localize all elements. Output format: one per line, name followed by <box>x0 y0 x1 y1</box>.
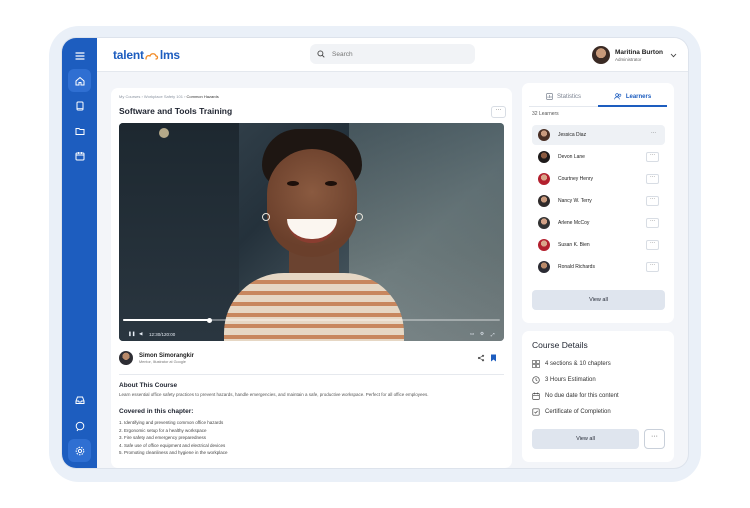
folder-icon[interactable] <box>68 119 91 142</box>
page-title: Software and Tools Training <box>119 106 233 116</box>
search-bar[interactable] <box>310 44 475 64</box>
clock-icon <box>532 375 540 384</box>
grid-icon <box>532 359 540 368</box>
learner-avatar <box>538 239 550 251</box>
app-window: talentlms Maritina Burton Administrator … <box>62 38 688 468</box>
breadcrumb-item[interactable]: My Courses <box>119 94 140 99</box>
covered-list: 1. Identifying and preventing common off… <box>119 419 228 457</box>
breadcrumb: My Courses › Workplace Safety 101 › Comm… <box>119 94 219 99</box>
details-more-button[interactable]: ··· <box>644 429 665 449</box>
list-item: 4. Safe use of office equipment and elec… <box>119 442 226 448</box>
users-icon <box>614 93 622 100</box>
search-input[interactable] <box>330 49 454 59</box>
top-bar: talentlms Maritina Burton Administrator <box>97 38 688 72</box>
instructor-avatar <box>119 351 133 365</box>
calendar-icon[interactable] <box>68 144 91 167</box>
captions-icon[interactable]: ▭ <box>470 331 474 337</box>
course-details-heading: Course Details <box>532 340 588 350</box>
user-role: Administrator <box>615 56 642 62</box>
list-item: 1. Identifying and preventing common off… <box>119 420 224 425</box>
learner-row[interactable]: Devon Lane ··· <box>532 147 665 167</box>
menu-icon[interactable] <box>68 44 91 67</box>
home-icon[interactable] <box>68 69 91 92</box>
pause-icon[interactable]: ❚❚ <box>128 331 136 337</box>
instructor-name: Simon Simorangkir <box>139 352 195 359</box>
chat-icon[interactable] <box>68 414 91 437</box>
inbox-icon[interactable] <box>68 388 91 411</box>
cloud-logo-icon <box>145 53 158 60</box>
learner-more-button[interactable]: ··· <box>648 131 659 139</box>
learner-more-button[interactable]: ··· <box>646 262 659 272</box>
detail-certificate: Certificate of Completion <box>532 407 611 416</box>
learner-more-button[interactable]: ··· <box>646 196 659 206</box>
user-menu[interactable]: Maritina Burton Administrator <box>592 44 677 66</box>
learner-more-button[interactable]: ··· <box>646 240 659 250</box>
learner-row[interactable]: Nancy W. Terry ··· <box>532 191 665 211</box>
learner-avatar <box>538 173 550 185</box>
sidebar <box>62 38 97 468</box>
book-icon[interactable] <box>68 94 91 117</box>
learner-row[interactable]: Arlene McCoy ··· <box>532 213 665 233</box>
learner-avatar <box>538 217 550 229</box>
settings-gear-icon[interactable] <box>68 439 91 462</box>
learner-row[interactable]: Courtney Henry ··· <box>532 169 665 189</box>
video-time: 12:30/120:00 <box>149 332 176 337</box>
tab-learners[interactable]: Learners <box>598 88 667 107</box>
volume-icon[interactable]: ◀ <box>139 331 142 337</box>
learner-more-button[interactable]: ··· <box>646 218 659 228</box>
learner-row[interactable]: Jessica Diaz ··· <box>532 125 665 145</box>
view-all-details-button[interactable]: View all <box>532 429 639 449</box>
about-heading: About This Course <box>119 382 178 389</box>
talentlms-logo[interactable]: talent lms <box>113 48 180 62</box>
chevron-down-icon[interactable] <box>670 53 677 58</box>
detail-due-date: No due date for this content <box>532 391 619 400</box>
course-details-panel: Course Details 4 sections & 10 chapters … <box>522 331 674 462</box>
breadcrumb-item[interactable]: Workplace Safety 101 <box>144 94 183 99</box>
video-player[interactable]: ❚❚ ◀ 12:30/120:00 ▭ ⚙ ⤢ <box>119 123 504 341</box>
calendar-icon <box>532 392 540 400</box>
detail-sections: 4 sections & 10 chapters <box>532 359 611 368</box>
view-all-learners-button[interactable]: View all <box>532 290 665 310</box>
course-content-card: My Courses › Workplace Safety 101 › Comm… <box>111 88 512 468</box>
learner-more-button[interactable]: ··· <box>646 152 659 162</box>
breadcrumb-current: Common Hazards <box>186 94 219 99</box>
detail-duration: 3 Hours Estimation <box>532 375 596 384</box>
about-text: Learn essential office safety practices … <box>119 392 429 397</box>
search-icon <box>317 50 325 58</box>
learner-row[interactable]: Susan K. Bien ··· <box>532 235 665 255</box>
instructor-info: Simon Simorangkir Mentor, Illustrator at… <box>119 348 194 368</box>
instructor-role: Mentor, Illustrator at Google <box>139 359 186 364</box>
learner-avatar <box>538 129 550 141</box>
user-name: Maritina Burton <box>615 48 664 56</box>
user-avatar <box>592 46 610 64</box>
list-item: 3. Fire safety and emergency preparednes… <box>119 435 207 441</box>
chart-icon <box>546 93 553 100</box>
learner-row[interactable]: Ronald Richards ··· <box>532 257 665 277</box>
list-item: 2. Ergonomic setup for a healthy workspa… <box>119 427 207 433</box>
tab-statistics[interactable]: Statistics <box>529 88 598 105</box>
learner-more-button[interactable]: ··· <box>646 174 659 184</box>
bookmark-icon[interactable] <box>490 354 497 362</box>
certificate-icon <box>532 407 540 416</box>
learners-count: 32 Learners <box>532 111 559 117</box>
settings-icon[interactable]: ⚙ <box>480 331 484 337</box>
progress-handle[interactable] <box>207 317 213 323</box>
more-options-button[interactable]: ··· <box>491 106 506 118</box>
learners-panel: Statistics Learners 32 Learners Jessica … <box>522 83 674 323</box>
share-icon[interactable] <box>477 354 485 362</box>
learner-avatar <box>538 195 550 207</box>
learner-avatar <box>538 261 550 273</box>
fullscreen-icon[interactable]: ⤢ <box>491 332 495 337</box>
divider <box>119 374 504 375</box>
video-progress-bar[interactable] <box>123 317 500 323</box>
panel-tabs: Statistics Learners <box>529 88 667 107</box>
list-item: 5. Promoting cleanliness and hygiene in … <box>119 450 228 456</box>
learner-avatar <box>538 151 550 163</box>
covered-heading: Covered in this chapter: <box>119 408 194 415</box>
